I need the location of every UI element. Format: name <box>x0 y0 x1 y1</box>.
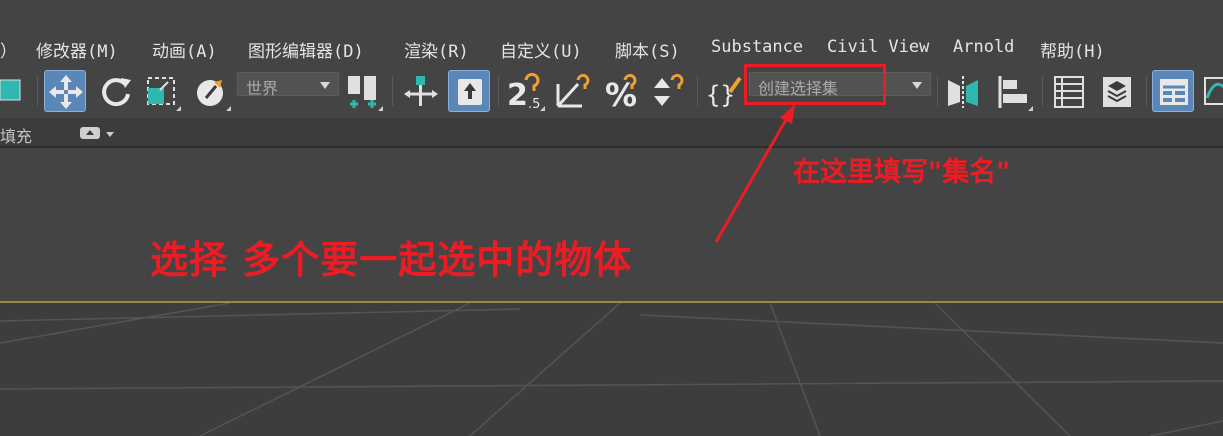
svg-text:{}: {} <box>706 81 735 109</box>
object-color-swatch-icon[interactable] <box>0 70 26 112</box>
mirror-icon[interactable] <box>942 70 984 112</box>
menu-item-arnold[interactable]: Arnold <box>953 37 1014 57</box>
chevron-down-icon[interactable] <box>106 132 114 137</box>
rotate-icon[interactable] <box>95 70 137 112</box>
move-icon[interactable] <box>44 70 86 112</box>
annotation-name-instruction: 在这里填写"集名" <box>793 157 1011 188</box>
svg-text:2: 2 <box>507 78 528 112</box>
pivot-center-icon[interactable] <box>342 70 384 112</box>
title-bar <box>0 0 1223 30</box>
menu-item-animation[interactable]: 动画(A) <box>152 37 217 62</box>
menu-item-graph-editors[interactable]: 图形编辑器(D) <box>248 37 364 62</box>
annotation-main-instruction: 选择 多个要一起选中的物体 <box>150 238 633 282</box>
ribbon-tab-populate[interactable]: 填充 <box>0 123 32 147</box>
scale-icon[interactable] <box>140 70 182 112</box>
viewport[interactable] <box>0 303 1223 436</box>
viewport-grid <box>0 303 1223 436</box>
layer-explorer-icon[interactable] <box>1096 70 1138 112</box>
menu-item-modifiers[interactable]: 修改器(M) <box>36 37 118 62</box>
curve-editor-icon[interactable] <box>1202 70 1223 112</box>
svg-text:%: % <box>605 76 637 112</box>
menu-item-customize[interactable]: 自定义(U) <box>500 37 582 62</box>
edit-named-selection-sets-icon[interactable]: {} <box>702 70 744 112</box>
menu-bar: ） 修改器(M) 动画(A) 图形编辑器(D) 渲染(R) 自定义(U) 脚本(… <box>0 30 1223 64</box>
menu-item-substance[interactable]: Substance <box>711 37 803 57</box>
menu-item-civil-view[interactable]: Civil View <box>827 37 929 57</box>
coordinate-system-dropdown[interactable]: 世界 <box>237 72 339 98</box>
toggle-ribbon-icon[interactable] <box>1152 70 1194 112</box>
menu-item-scripting[interactable]: 脚本(S) <box>615 37 680 62</box>
percent-snap-icon[interactable]: % <box>601 70 643 112</box>
annotation-highlight-box <box>744 64 886 105</box>
menu-item-rendering[interactable]: 渲染(R) <box>404 37 469 62</box>
angle-snap-icon[interactable] <box>552 70 594 112</box>
svg-text:.5: .5 <box>528 97 540 112</box>
menu-item-cutoff[interactable]: ） <box>0 37 17 62</box>
ribbon-bar: 填充 <box>0 118 1223 148</box>
select-manipulate-icon[interactable] <box>400 70 442 112</box>
main-toolbar: 世界 2 .5 % {} 创建选择集 <box>0 64 1223 118</box>
menu-item-help[interactable]: 帮助(H) <box>1040 37 1105 62</box>
scene-explorer-icon[interactable] <box>1048 70 1090 112</box>
keyboard-shortcut-override-icon[interactable] <box>448 70 490 112</box>
ribbon-collapse-icon[interactable] <box>80 127 100 139</box>
snap-2.5d-icon[interactable]: 2 .5 <box>504 70 546 112</box>
chevron-down-icon <box>912 82 922 89</box>
coordinate-system-value: 世界 <box>246 79 279 98</box>
place-icon[interactable] <box>190 70 232 112</box>
spinner-snap-icon[interactable] <box>646 70 688 112</box>
chevron-down-icon <box>320 82 330 89</box>
align-icon[interactable] <box>992 70 1034 112</box>
